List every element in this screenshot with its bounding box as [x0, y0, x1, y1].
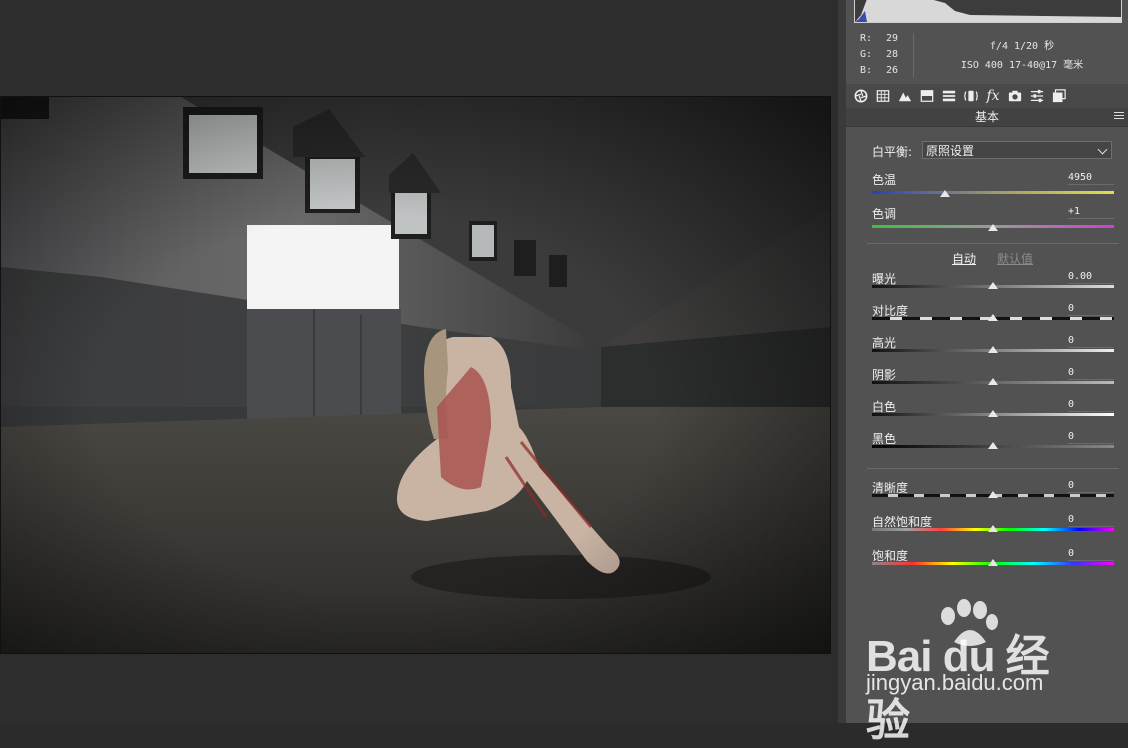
split-tone-icon[interactable]: [916, 87, 938, 105]
chevron-down-icon: [1097, 144, 1108, 155]
photo-preview[interactable]: [0, 96, 831, 654]
baidu-jingyan-watermark: Bai du 经验 jingyan.baidu.com: [866, 598, 1076, 745]
rgb-b: B: 26: [860, 65, 899, 76]
presets-stack-icon[interactable]: [1048, 87, 1070, 105]
white-balance-value: 原照设置: [926, 144, 975, 158]
highlights-slider-thumb[interactable]: [988, 346, 998, 353]
image-info: R: 29 G: 28 B: 26 f/4 1/20 秒 ISO 400 17-40@…: [846, 29, 1128, 81]
exif-readout: f/4 1/20 秒 ISO 400 17-40@17 毫米: [916, 37, 1128, 75]
image-canvas: [0, 0, 838, 723]
exposure-slider-thumb[interactable]: [988, 282, 998, 289]
vibrance-value[interactable]: 0: [1068, 514, 1114, 527]
section-header-basic: 基本: [846, 108, 1128, 127]
contrast-slider-thumb[interactable]: [988, 314, 998, 321]
shadows-slider-thumb[interactable]: [988, 378, 998, 385]
blacks-value[interactable]: 0: [1068, 431, 1114, 444]
tint-value[interactable]: +1: [1068, 206, 1114, 219]
saturation-value[interactable]: 0: [1068, 548, 1114, 561]
clarity-value[interactable]: 0: [1068, 480, 1114, 493]
exif-iso-lens: ISO 400 17-40@17 毫米: [960, 60, 1084, 71]
whites-slider-thumb[interactable]: [988, 410, 998, 417]
saturation-slider-thumb[interactable]: [988, 559, 998, 566]
warehouse-photo: [1, 97, 830, 653]
divider: [867, 243, 1119, 244]
rgb-r: R: 29: [860, 33, 899, 44]
adjustment-tabs: fx: [846, 84, 1128, 108]
default-link[interactable]: 默认值: [997, 250, 1033, 267]
histogram: [854, 0, 1122, 23]
temp-slider-thumb[interactable]: [939, 190, 950, 197]
tone-curve-grid-icon[interactable]: [872, 87, 894, 105]
camera-icon[interactable]: [1004, 87, 1026, 105]
panel-menu-icon[interactable]: [1114, 112, 1124, 121]
aperture-icon[interactable]: [850, 87, 872, 105]
highlights-value[interactable]: 0: [1068, 335, 1114, 348]
contrast-value[interactable]: 0: [1068, 303, 1114, 316]
exif-aperture-shutter: f/4 1/20 秒: [989, 41, 1055, 52]
auto-link[interactable]: 自动: [952, 250, 976, 267]
blacks-slider-thumb[interactable]: [988, 442, 998, 449]
tint-label: 色调: [872, 207, 897, 221]
rgb-readout: R: 29 G: 28 B: 26: [860, 31, 898, 79]
white-balance-label: 白平衡:: [872, 145, 913, 159]
vibrance-slider-thumb[interactable]: [988, 525, 998, 532]
tint-slider-thumb[interactable]: [988, 224, 998, 231]
rgb-g: G: 28: [860, 49, 899, 60]
lens-icon[interactable]: [960, 87, 982, 105]
mountains-icon[interactable]: [894, 87, 916, 105]
divider: [867, 468, 1119, 469]
fx-icon[interactable]: fx: [982, 87, 1004, 105]
exposure-value[interactable]: 0.00: [1068, 271, 1114, 284]
hsl-bars-icon[interactable]: [938, 87, 960, 105]
sliders-icon[interactable]: [1026, 87, 1048, 105]
clarity-slider-thumb[interactable]: [988, 491, 998, 498]
section-title: 基本: [974, 110, 999, 124]
info-divider: [913, 33, 914, 77]
temp-slider-track[interactable]: [872, 191, 1114, 194]
temp-value[interactable]: 4950: [1068, 172, 1114, 185]
white-balance-select[interactable]: 原照设置: [922, 141, 1112, 159]
shadows-value[interactable]: 0: [1068, 367, 1114, 380]
watermark-url: jingyan.baidu.com: [866, 670, 1044, 695]
temp-label: 色温: [872, 173, 897, 187]
whites-value[interactable]: 0: [1068, 399, 1114, 412]
